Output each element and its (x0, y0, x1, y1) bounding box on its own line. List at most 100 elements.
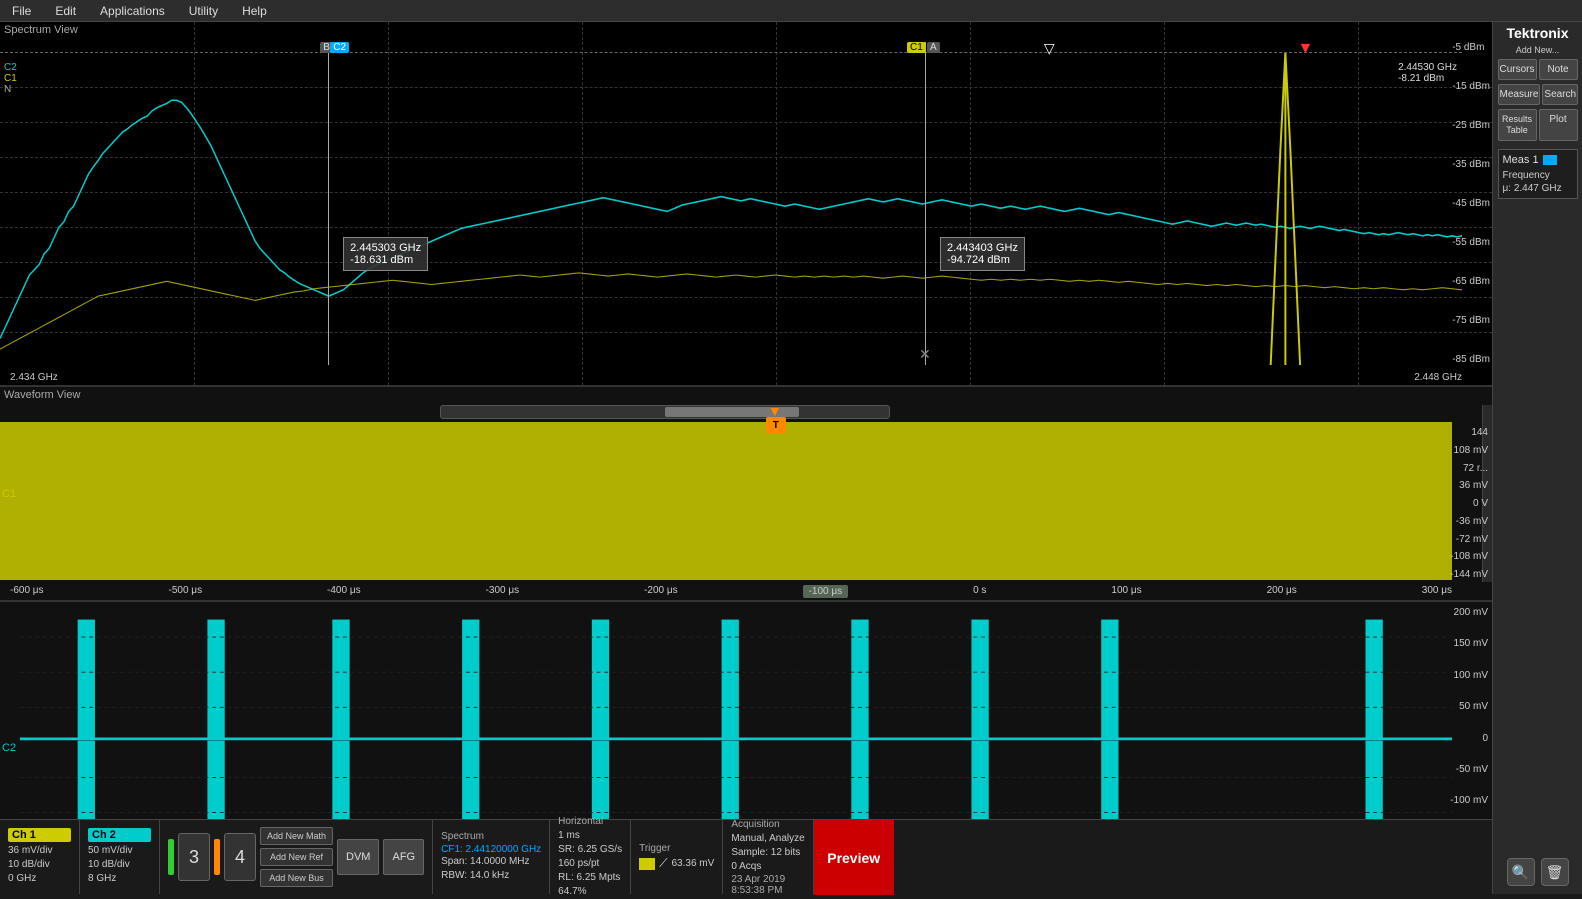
trigger-title: Trigger (639, 843, 714, 854)
dig-y-3: 50 mV (1450, 701, 1488, 712)
x-label-right: 2.448 GHz (1414, 372, 1462, 383)
horizontal-status: Horizontal 1 ms SR: 6.25 GS/s 160 ps/pt … (550, 820, 631, 894)
cursor-c1-label-spectrum: C1 (907, 42, 926, 53)
add-ref-button[interactable]: Add New Ref (260, 848, 333, 866)
trigger-icon-row: ⟋ 63.36 mV (639, 856, 714, 871)
menu-help[interactable]: Help (238, 2, 271, 20)
ch1-indicator: C1 (4, 73, 17, 84)
trigger-level: 63.36 mV (672, 857, 715, 871)
dig-y-1: 150 mV (1450, 638, 1488, 649)
peak-power: -8.21 dBm (1398, 73, 1457, 84)
add-math-button[interactable]: Add New Math (260, 827, 333, 845)
y-label-7: -75 dBm (1452, 315, 1490, 326)
trigger-status: Trigger ⟋ 63.36 mV (631, 820, 723, 894)
afg-button[interactable]: AFG (383, 839, 424, 875)
cursors-note-row: Cursors Note (1498, 59, 1578, 80)
dig-y-0: 200 mV (1450, 607, 1488, 618)
note-button[interactable]: Note (1539, 59, 1578, 80)
wf-x-6: 0 s (973, 585, 986, 598)
wf-x-0: -600 μs (10, 585, 44, 598)
waveform-scrollbar[interactable] (440, 405, 890, 419)
preview-button[interactable]: Preview (814, 820, 894, 895)
wf-x-4: -200 μs (644, 585, 678, 598)
ch1-label: Ch 1 (8, 828, 71, 842)
spectrum-cf: CF1: 2.44120000 GHz (441, 844, 541, 855)
acquisition-date: 23 Apr 2019 (731, 874, 804, 885)
horizontal-sr: SR: 6.25 GS/s (558, 843, 622, 857)
ch4-button[interactable]: 4 (224, 833, 256, 881)
spectrum-x-labels: 2.434 GHz 2.448 GHz (10, 372, 1462, 383)
wf-x-8: 200 μs (1267, 585, 1297, 598)
wf-y-2: 72 r... (1450, 463, 1488, 474)
wf-y-6: -72 mV (1450, 534, 1488, 545)
peak-annotation: 2.44530 GHz -8.21 dBm (1398, 62, 1457, 84)
ch2-val-0: 50 mV/div (88, 844, 151, 858)
wf-y-7: -108 mV (1450, 551, 1488, 562)
y-label-4: -45 dBm (1452, 198, 1490, 209)
spectrum-rbw: RBW: 14.0 kHz (441, 869, 541, 883)
ch4-color-line (214, 839, 220, 875)
brand-add-new[interactable]: Add New... (1516, 45, 1560, 55)
brand-title: Tektronix (1507, 26, 1569, 41)
acquisition-mode: Manual, Analyze (731, 832, 804, 846)
acquisition-status: Acquisition Manual, Analyze Sample: 12 b… (723, 820, 813, 894)
dig-y-6: -100 mV (1450, 795, 1488, 806)
horizontal-rl: RL: 6.25 Mpts (558, 871, 622, 885)
ch1-status: Ch 1 36 mV/div 10 dB/div 0 GHz (0, 820, 80, 894)
y-label-1: -15 dBm (1452, 81, 1490, 92)
menu-applications[interactable]: Applications (96, 2, 169, 20)
dvm-button[interactable]: DVM (337, 839, 379, 875)
y-label-2: -25 dBm (1452, 120, 1490, 131)
horizontal-rate: 1 ms (558, 829, 622, 843)
spectrum-title: Spectrum (441, 831, 541, 842)
peak-marker-white: ▽ (1044, 40, 1055, 57)
wf-x-3: -300 μs (486, 585, 520, 598)
menu-edit[interactable]: Edit (51, 2, 80, 20)
cursor-c2-label-spectrum: C2 (330, 42, 349, 53)
results-table-button[interactable]: Results Table (1498, 109, 1537, 141)
ch3-button[interactable]: 3 (178, 833, 210, 881)
cursor-x-marker: ✕ (919, 346, 931, 363)
ch1-val-0: 36 mV/div (8, 844, 71, 858)
results-plot-row: Results Table Plot (1498, 109, 1578, 141)
main-container: Spectrum View C2 C1 N (0, 22, 1582, 894)
ch1-val-1: 10 dB/div (8, 858, 71, 872)
menu-file[interactable]: File (8, 2, 35, 20)
spectrum-view: Spectrum View C2 C1 N (0, 22, 1492, 387)
center-content: Spectrum View C2 C1 N (0, 22, 1492, 894)
waveform-view-label: Waveform View (4, 389, 80, 401)
cursors-button[interactable]: Cursors (1498, 59, 1537, 80)
trigger-edge-icon: ⟋ (659, 856, 667, 871)
y-label-0: -5 dBm (1452, 42, 1490, 53)
zoom-icon[interactable]: 🔍 (1507, 858, 1535, 886)
digital-c2-label: C2 (2, 742, 16, 754)
cursor-a-line (925, 42, 926, 365)
ch2-status: Ch 2 50 mV/div 10 dB/div 8 GHz (80, 820, 160, 894)
ch2-val-2: 8 GHz (88, 872, 151, 886)
acquisition-sample: Sample: 12 bits (731, 846, 804, 860)
ch3-color-line (168, 839, 174, 875)
dig-y-2: 100 mV (1450, 670, 1488, 681)
waveform-x-labels: -600 μs -500 μs -400 μs -300 μs -200 μs … (10, 585, 1452, 598)
spectrum-status: Spectrum CF1: 2.44120000 GHz Span: 14.00… (433, 820, 550, 894)
measure-search-row: Measure Search (1498, 84, 1578, 105)
meas1-label: Meas 1 (1503, 154, 1539, 166)
measure-button[interactable]: Measure (1498, 84, 1541, 105)
dig-y-5: -50 mV (1450, 764, 1488, 775)
spectrum-view-label: Spectrum View (4, 24, 78, 36)
peak-marker-red: ▼ (1298, 40, 1314, 58)
horizontal-pct: 64.7% (558, 885, 622, 899)
add-bus-button[interactable]: Add New Bus (260, 869, 333, 887)
trash-icon[interactable]: 🗑 (1541, 858, 1569, 886)
wf-y-3: 36 mV (1450, 480, 1488, 491)
cursor-a-label: A (927, 42, 940, 53)
wf-x-7: 100 μs (1111, 585, 1141, 598)
wf-y-0: 144 (1450, 427, 1488, 438)
wf-x-5-box: -100 μs (803, 585, 849, 598)
plot-button[interactable]: Plot (1539, 109, 1578, 141)
search-button[interactable]: Search (1542, 84, 1578, 105)
status-bar: Ch 1 36 mV/div 10 dB/div 0 GHz Ch 2 50 m… (0, 819, 1492, 894)
waveform-y-labels: 144 108 mV 72 r... 36 mV 0 V -36 mV -72 … (1450, 427, 1488, 580)
wf-y-4: 0 V (1450, 498, 1488, 509)
menu-utility[interactable]: Utility (185, 2, 222, 20)
